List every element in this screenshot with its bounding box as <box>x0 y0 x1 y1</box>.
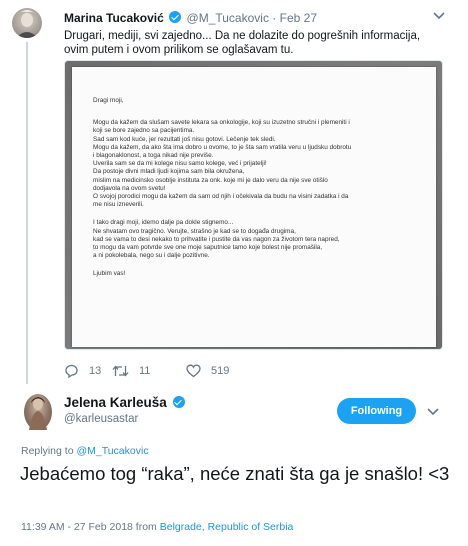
author-handle[interactable]: @karleusastar <box>64 413 138 425</box>
following-button[interactable]: Following <box>337 398 416 424</box>
tweet-text: Drugari, mediji, svi zajedno... Da ne do… <box>64 30 421 56</box>
letter-line: Mogu da kažem, da ako šta ima dobro u ov… <box>93 143 352 151</box>
verified-badge-icon <box>169 11 182 23</box>
like-icon <box>186 364 201 378</box>
letter-line: Uverila sam se da mi kolege nisu samo ko… <box>93 160 267 168</box>
letter-line: mislim na medicinsko osoblje instituta z… <box>93 176 328 184</box>
separator: · <box>272 11 277 25</box>
letter-line: Da postoje divni mladi ljudi kojima sam … <box>93 168 245 176</box>
reply-action[interactable]: 13 <box>64 364 101 378</box>
replying-to-link[interactable]: @M_Tucakovic <box>76 445 148 457</box>
avatar[interactable] <box>12 8 42 38</box>
tweet-date[interactable]: Feb 27 <box>280 11 317 25</box>
avatar-photo-icon <box>29 397 47 430</box>
letter-line: a ni pokolebala, nego su i dalje pozitiv… <box>93 252 210 260</box>
letter-line: O svojoj porodici mogu da kažem da sam o… <box>93 193 349 201</box>
verified-badge-icon <box>172 396 185 408</box>
tweet-timestamp[interactable]: 11:39 AM - 27 Feb 2018 from <box>21 521 157 533</box>
retweet-action[interactable]: 11 <box>112 364 150 378</box>
letter-line: to mogu da vam potvrde sve one moje sapu… <box>93 244 323 252</box>
letter-line: i blagonaklonost, a toga nikad nije prev… <box>93 152 214 160</box>
reply-count: 13 <box>89 365 102 377</box>
chevron-down-icon[interactable] <box>432 10 446 20</box>
avatar[interactable] <box>24 394 52 430</box>
author-name[interactable]: Jelena Karleuša <box>64 395 187 410</box>
like-count: 519 <box>211 365 230 377</box>
author-name[interactable]: Marina Tucaković <box>64 11 164 25</box>
author-name-text: Jelena Karleuša <box>64 395 167 410</box>
reply-icon <box>65 364 78 378</box>
letter-line: Mogu da kažem da slušam savete lekara sa… <box>93 119 350 127</box>
letter-line: dodjavola na ovom svetu! <box>93 184 166 192</box>
letter-line: koji se bore zajedno sa pacijentima. <box>93 127 195 135</box>
letter-line: me nisu izneverili. <box>93 201 144 209</box>
replying-to: Replying to @M_Tucakovic <box>21 445 149 457</box>
tweet-metadata: 11:39 AM - 27 Feb 2018 from Belgrade, Re… <box>21 521 293 533</box>
replying-to-label: Replying to <box>21 445 74 457</box>
retweet-icon <box>112 365 129 377</box>
quoted-tweet: Marina Tucaković @M_Tucakovic · Feb 27 D… <box>0 0 468 392</box>
letter-line: Sad sam kod kuće, jer rezultati još nisu… <box>93 135 276 143</box>
main-tweet: Jelena Karleuša @karleusastar Following … <box>0 392 468 546</box>
attached-image[interactable]: Dragi moji, Mogu da kažem da slušam save… <box>64 60 443 350</box>
tweet-text: Jebaćemo tog “raka”, neće znati šta ga j… <box>20 463 450 484</box>
author-handle[interactable]: @M_Tucakovic <box>187 11 269 25</box>
tweet-location-link[interactable]: Belgrade, Republic of Serbia <box>160 521 294 533</box>
tweet-header: Marina Tucaković @M_Tucakovic · Feb 27 <box>64 11 317 25</box>
like-action[interactable]: 519 <box>186 364 229 378</box>
letter-line: I tako dragi moji, idemo dalje pa dokle … <box>93 219 234 227</box>
letter-line: Ne shvatam ovo tragično. Verujte, strašn… <box>93 227 296 235</box>
chevron-down-icon[interactable] <box>426 406 440 416</box>
retweet-count: 11 <box>139 365 151 377</box>
avatar-photo-icon <box>16 10 38 38</box>
thread-line <box>26 42 28 384</box>
letter-document: Dragi moji, Mogu da kažem da slušam save… <box>72 67 436 347</box>
letter-greeting: Dragi moji, <box>93 97 124 104</box>
letter-line: kad se vama to desi nekako to prihvatite… <box>93 235 340 243</box>
letter-closing: Ljubim vas! <box>93 270 126 278</box>
